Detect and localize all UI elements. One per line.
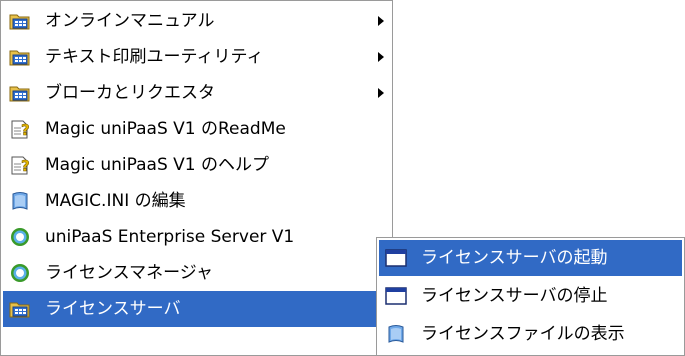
program-group-folder-icon	[9, 82, 31, 104]
help-document-icon: ?	[9, 154, 31, 176]
menu-item-label: Magic uniPaaS V1 のReadMe	[45, 118, 286, 139]
menu-item-label: MAGIC.INI の編集	[45, 190, 186, 211]
document-file-icon	[385, 323, 407, 345]
license-server-submenu: ライセンスサーバの起動 ライセンスサーバの停止 ライセンスファイルの表示	[376, 237, 685, 356]
submenu-item-start-license-server[interactable]: ライセンスサーバの起動	[379, 240, 682, 276]
menu-item-license-manager[interactable]: ライセンスマネージャ	[3, 255, 390, 291]
submenu-arrow-icon	[372, 87, 390, 99]
submenu-arrow-icon	[372, 51, 390, 63]
program-group-folder-icon	[9, 298, 31, 320]
unipaas-app-icon	[9, 226, 31, 248]
menu-item-label: ライセンスマネージャ	[45, 262, 213, 283]
menu-item-label: ライセンスサーバ	[45, 298, 181, 319]
start-menu-program-list: オンラインマニュアル テキスト印刷ユーティリティ ブローカとリクエスタ ? Ma…	[0, 0, 393, 356]
svg-text:?: ?	[21, 121, 30, 139]
window-app-icon	[385, 285, 407, 307]
ini-file-icon	[9, 190, 31, 212]
menu-item-label: ライセンスファイルの表示	[421, 323, 625, 344]
menu-item-label: テキスト印刷ユーティリティ	[45, 46, 264, 67]
menu-item-label: ライセンスサーバの起動	[421, 247, 608, 268]
program-group-folder-icon	[9, 10, 31, 32]
menu-item-license-server[interactable]: ライセンスサーバ	[3, 291, 390, 327]
window-app-icon	[385, 247, 407, 269]
unipaas-app-icon	[9, 262, 31, 284]
menu-item-enterprise-server[interactable]: uniPaaS Enterprise Server V1	[3, 219, 390, 255]
menu-item-online-manual[interactable]: オンラインマニュアル	[3, 3, 390, 39]
help-document-icon: ?	[9, 118, 31, 140]
menu-item-label: uniPaaS Enterprise Server V1	[45, 226, 295, 247]
menu-item-label: Magic uniPaaS V1 のヘルプ	[45, 154, 269, 175]
menu-item-help[interactable]: ? Magic uniPaaS V1 のヘルプ	[3, 147, 390, 183]
svg-text:?: ?	[21, 157, 30, 175]
menu-item-label: ライセンスサーバの停止	[421, 285, 608, 306]
menu-item-readme[interactable]: ? Magic uniPaaS V1 のReadMe	[3, 111, 390, 147]
menu-item-label: オンラインマニュアル	[45, 10, 215, 31]
menu-item-text-print-utility[interactable]: テキスト印刷ユーティリティ	[3, 39, 390, 75]
menu-item-label: ブローカとリクエスタ	[45, 82, 215, 103]
menu-item-edit-magic-ini[interactable]: MAGIC.INI の編集	[3, 183, 390, 219]
program-group-folder-icon	[9, 46, 31, 68]
menu-item-broker-requester[interactable]: ブローカとリクエスタ	[3, 75, 390, 111]
submenu-item-show-license-file[interactable]: ライセンスファイルの表示	[379, 316, 682, 352]
submenu-arrow-icon	[372, 15, 390, 27]
submenu-item-stop-license-server[interactable]: ライセンスサーバの停止	[379, 278, 682, 314]
